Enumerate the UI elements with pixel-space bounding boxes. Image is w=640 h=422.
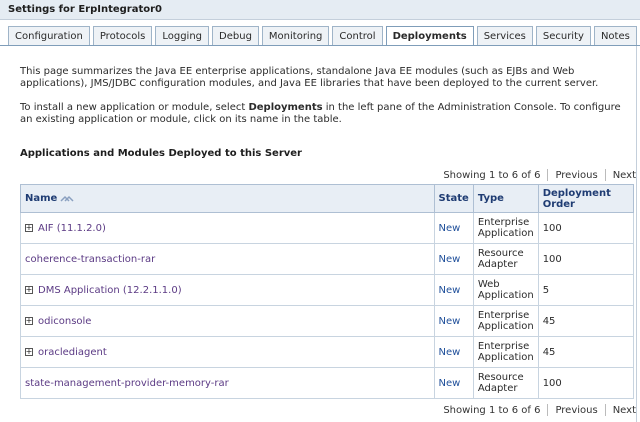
column-header-deployment-order[interactable]: Deployment Order — [537, 184, 635, 213]
tab-control[interactable]: Control — [332, 26, 383, 45]
state-cell: New — [433, 367, 474, 399]
tab-debug[interactable]: Debug — [212, 26, 259, 45]
pager-divider — [547, 169, 549, 181]
app-name-link[interactable]: oraclediagent — [38, 347, 107, 358]
order-cell: 5 — [537, 274, 635, 306]
next-link[interactable]: Next — [613, 170, 636, 181]
app-name-link[interactable]: coherence-transaction-rar — [25, 254, 155, 265]
state-link[interactable]: New — [439, 223, 461, 234]
tab-monitoring[interactable]: Monitoring — [261, 26, 330, 45]
app-name-link[interactable]: DMS Application (12.2.1.1.0) — [38, 285, 182, 296]
tab-services[interactable]: Services — [476, 26, 533, 45]
table-row: state-management-provider-memory-rar New… — [20, 367, 635, 399]
table-row: + DMS Application (12.2.1.1.0) New Web App… — [20, 274, 635, 306]
type-line: Enterprise — [477, 310, 530, 321]
name-cell: coherence-transaction-rar — [20, 243, 435, 275]
app-name-link[interactable]: AIF (11.1.2.0) — [38, 223, 106, 234]
type-line: Application — [477, 228, 534, 239]
type-line: Adapter — [477, 259, 518, 270]
order-cell: 100 — [537, 243, 635, 275]
state-cell: New — [433, 336, 474, 368]
column-header-label: Name — [25, 193, 58, 204]
pager-divider — [547, 404, 549, 416]
state-link[interactable]: New — [439, 316, 461, 327]
name-cell: + AIF (11.1.2.0) — [20, 212, 435, 244]
description-bold-deployments: Deployments — [248, 102, 323, 113]
tab-deployments[interactable]: Deployments — [385, 26, 474, 46]
state-cell: New — [433, 243, 474, 275]
name-cell: + odiconsole — [20, 305, 435, 337]
column-header-type[interactable]: Type — [472, 184, 539, 213]
type-line: Enterprise — [477, 217, 530, 228]
settings-tabs: Configuration Protocols Logging Debug Mo… — [8, 26, 640, 46]
table-row: + odiconsole New Enterprise Application 45 — [20, 305, 635, 337]
column-header-state[interactable]: State — [433, 184, 474, 213]
tab-configuration[interactable]: Configuration — [8, 26, 90, 45]
type-line: Application — [477, 290, 534, 301]
state-cell: New — [433, 274, 474, 306]
column-header-name[interactable]: Name — [20, 184, 435, 213]
name-cell: + oraclediagent — [20, 336, 435, 368]
order-cell: 100 — [537, 212, 635, 244]
description-paragraph-2: To install a new application or module, … — [20, 102, 632, 126]
type-cell: Enterprise Application — [472, 336, 539, 368]
tab-notes[interactable]: Notes — [593, 26, 637, 45]
state-link[interactable]: New — [439, 347, 461, 358]
type-cell: Enterprise Application — [472, 212, 539, 244]
sort-ascending-icon[interactable] — [60, 194, 74, 202]
tab-protocols[interactable]: Protocols — [92, 26, 153, 45]
order-cell: 45 — [537, 305, 635, 337]
type-line: Adapter — [477, 383, 518, 394]
table-row: + AIF (11.1.2.0) New Enterprise Applicatio… — [20, 212, 635, 244]
state-cell: New — [433, 305, 474, 337]
type-cell: Enterprise Application — [472, 305, 539, 337]
description-paragraph-1: This page summarizes the Java EE enterpr… — [20, 66, 599, 89]
deployments-table: Name State Type Deployment Order + AIF (1… — [20, 184, 635, 399]
expand-icon[interactable]: + — [25, 317, 33, 325]
state-link[interactable]: New — [439, 285, 461, 296]
table-header-row: Name State Type Deployment Order — [20, 184, 635, 213]
previous-link[interactable]: Previous — [555, 170, 597, 181]
pager-summary: Showing 1 to 6 of 6 — [443, 169, 541, 181]
table-row: + oraclediagent New Enterprise Application… — [20, 336, 635, 368]
expand-icon[interactable]: + — [25, 286, 33, 294]
expand-icon[interactable]: + — [25, 224, 33, 232]
pager-top: Showing 1 to 6 of 6 Previous Next — [443, 168, 636, 182]
pager-summary: Showing 1 to 6 of 6 — [443, 404, 541, 416]
state-link[interactable]: New — [439, 254, 461, 265]
tab-divider — [0, 45, 640, 46]
name-cell: state-management-provider-memory-rar — [20, 367, 435, 399]
name-cell: + DMS Application (12.2.1.1.0) — [20, 274, 435, 306]
previous-link[interactable]: Previous — [555, 405, 597, 416]
type-line: Application — [477, 321, 534, 332]
state-link[interactable]: New — [439, 378, 461, 389]
section-title: Applications and Modules Deployed to thi… — [20, 148, 302, 159]
expand-icon[interactable]: + — [25, 348, 33, 356]
type-line: Web — [477, 279, 500, 290]
pager-divider — [604, 404, 606, 416]
pager-divider — [604, 169, 606, 181]
app-name-link[interactable]: odiconsole — [38, 316, 91, 327]
frame-border — [636, 46, 637, 422]
settings-title: Settings for ErpIntegrator0 — [0, 0, 640, 20]
app-name-link[interactable]: state-management-provider-memory-rar — [25, 378, 229, 389]
type-line: Resource — [477, 248, 524, 259]
type-line: Application — [477, 352, 534, 363]
type-cell: Resource Adapter — [472, 367, 539, 399]
order-cell: 45 — [537, 336, 635, 368]
pager-bottom: Showing 1 to 6 of 6 Previous Next — [443, 403, 636, 417]
page-description: This page summarizes the Java EE enterpr… — [20, 66, 632, 138]
type-cell: Web Application — [472, 274, 539, 306]
order-cell: 100 — [537, 367, 635, 399]
type-cell: Resource Adapter — [472, 243, 539, 275]
table-row: coherence-transaction-rar New Resource Ad… — [20, 243, 635, 275]
description-text: To install a new application or module, … — [20, 102, 249, 113]
tab-logging[interactable]: Logging — [155, 26, 210, 45]
state-cell: New — [433, 212, 474, 244]
tab-security[interactable]: Security — [535, 26, 591, 45]
type-line: Resource — [477, 372, 524, 383]
next-link[interactable]: Next — [613, 405, 636, 416]
type-line: Enterprise — [477, 341, 530, 352]
